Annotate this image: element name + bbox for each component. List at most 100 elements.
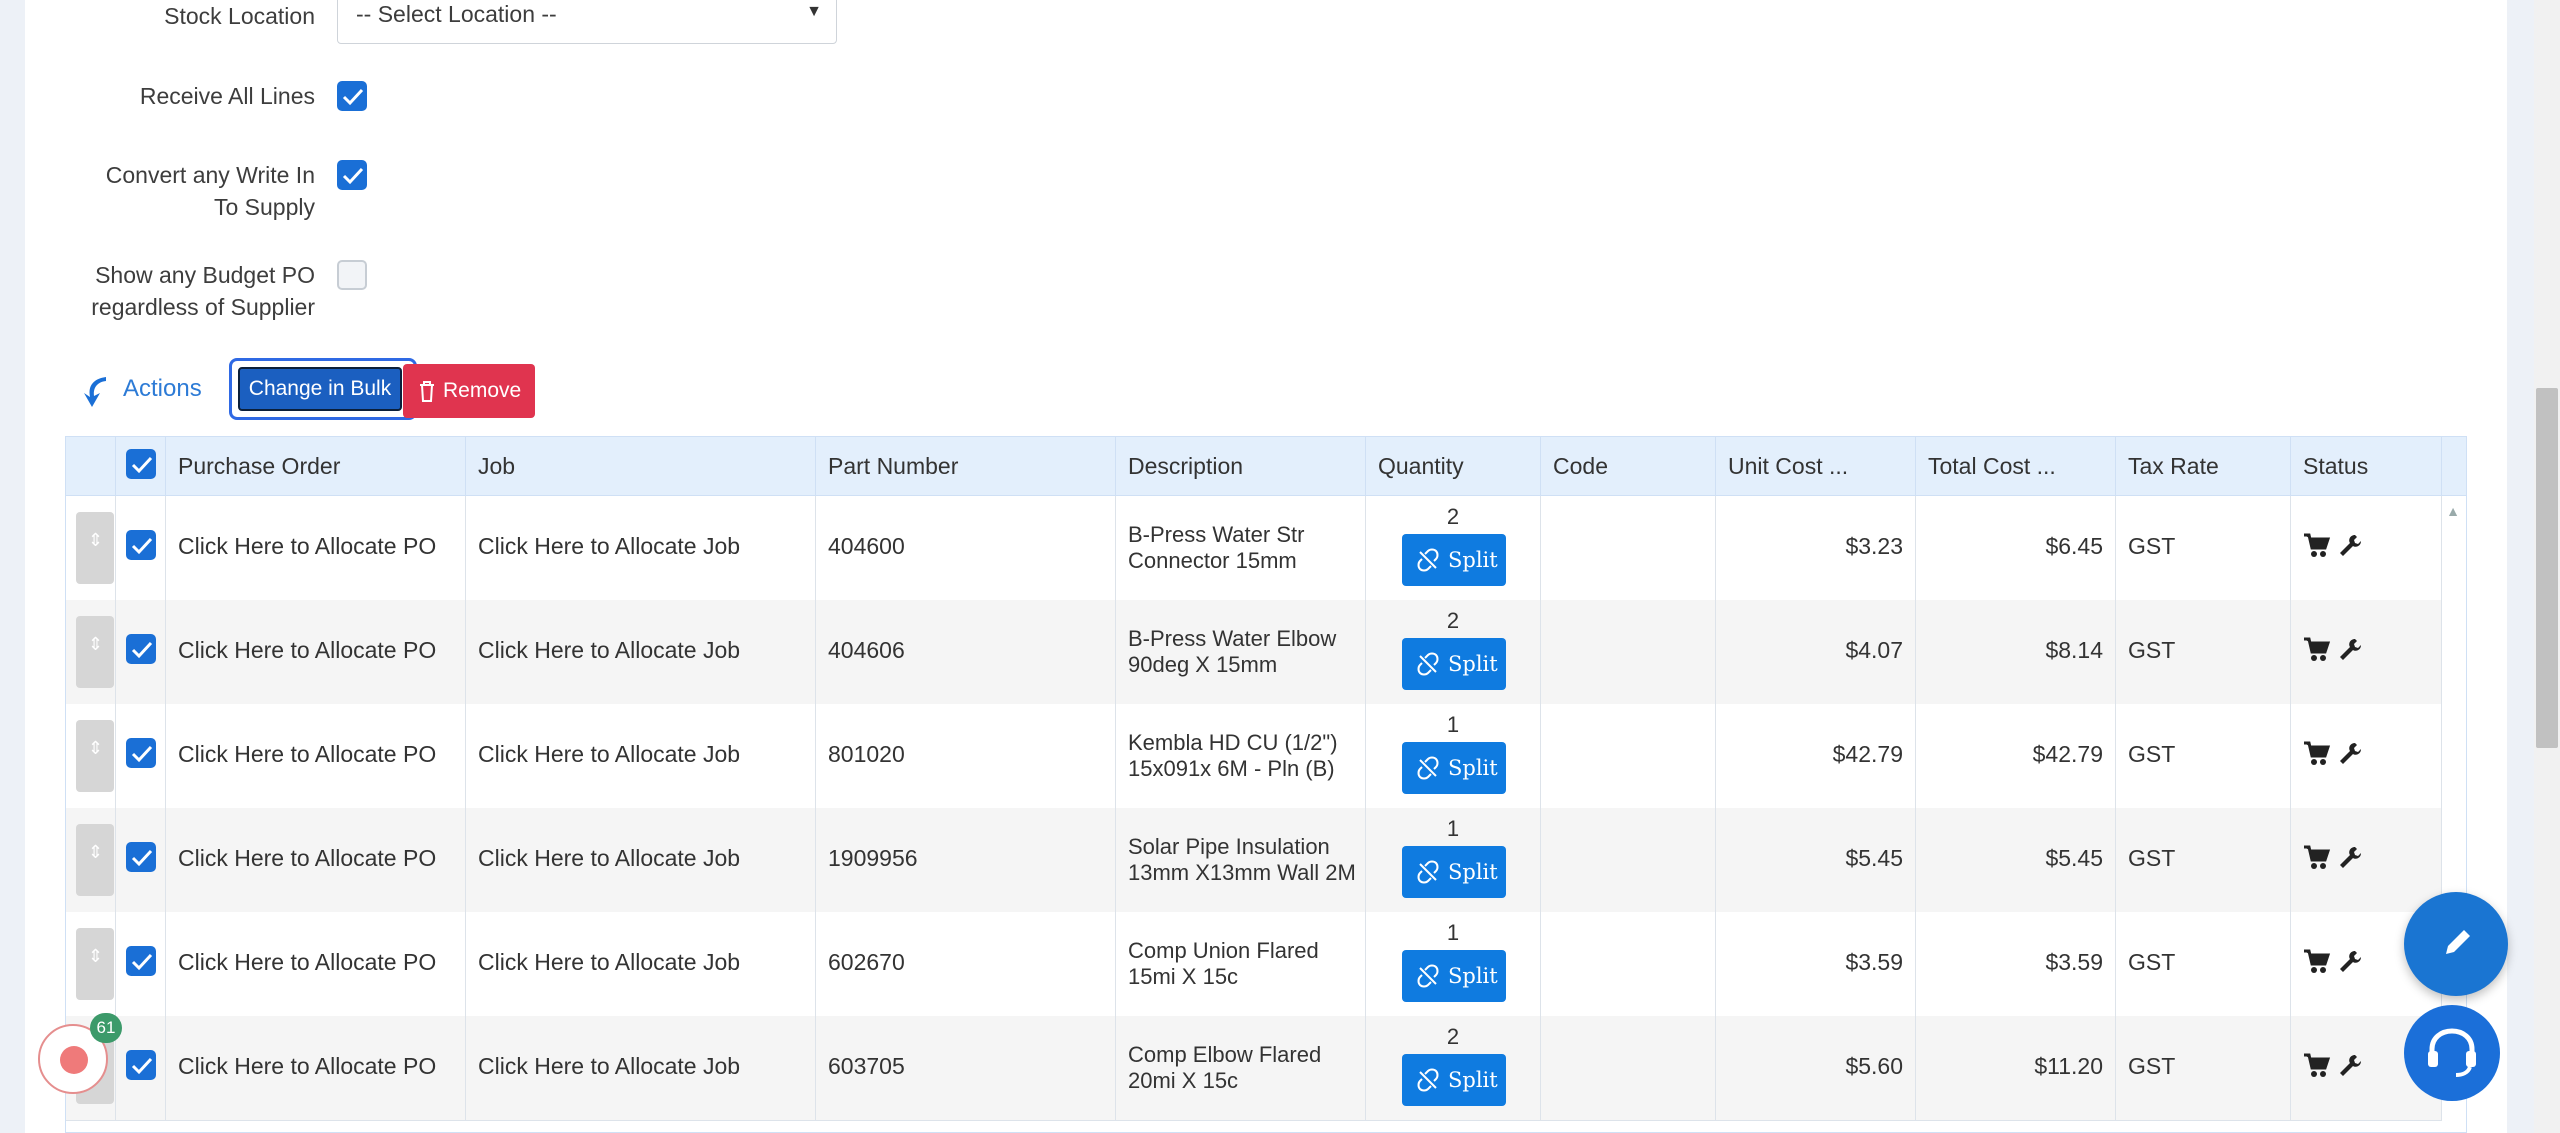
row-checkbox[interactable] [126, 1050, 156, 1080]
drag-cell: ⇕ [66, 496, 116, 600]
row-checkbox[interactable] [126, 634, 156, 664]
row-checkbox[interactable] [126, 530, 156, 560]
header-status[interactable]: Status [2291, 437, 2442, 495]
split-button[interactable]: Split [1402, 950, 1506, 1002]
drag-handle[interactable]: ⇕ [76, 928, 114, 1000]
row-checkbox[interactable] [126, 738, 156, 768]
po-cell[interactable]: Click Here to Allocate PO [166, 912, 466, 1016]
status-icons[interactable] [2303, 844, 2363, 878]
actions-arrow-icon[interactable] [80, 373, 116, 409]
convert-write-in-label: Convert any Write In To Supply [65, 159, 315, 223]
code-cell[interactable] [1541, 808, 1716, 912]
allocate-job-link[interactable]: Click Here to Allocate Job [478, 533, 740, 560]
quantity: 2 [1446, 608, 1460, 633]
code-cell[interactable] [1541, 1016, 1716, 1120]
grid-scroll-up-icon[interactable]: ▲ [2446, 503, 2460, 519]
pencil-icon [2446, 930, 2470, 954]
change-in-bulk-button[interactable]: Change in Bulk [229, 358, 417, 420]
allocate-job-link[interactable]: Click Here to Allocate Job [478, 845, 740, 872]
table-row[interactable]: ⇕Click Here to Allocate POClick Here to … [66, 1016, 2442, 1121]
split-button[interactable]: Split [1402, 638, 1506, 690]
unit-cost: $5.60 [1845, 1053, 1903, 1079]
table-row[interactable]: ⇕ Click Here to Allocate PO Click Here to … [66, 600, 2442, 705]
status-icons[interactable] [2303, 1052, 2363, 1086]
job-cell[interactable]: Click Here to Allocate Job [466, 912, 816, 1016]
header-total-cost[interactable]: Total Cost ... [1916, 437, 2116, 495]
po-cell[interactable]: Click Here to Allocate PO [166, 704, 466, 808]
allocate-po-link[interactable]: Click Here to Allocate PO [178, 533, 436, 560]
drag-handle[interactable]: ⇕ [76, 720, 114, 792]
unit-cost-cell: $4.07 [1716, 600, 1916, 704]
po-cell[interactable]: Click Here to Allocate PO [166, 808, 466, 912]
status-icons[interactable] [2303, 636, 2363, 670]
allocate-job-link[interactable]: Click Here to Allocate Job [478, 637, 740, 664]
drag-handle[interactable]: ⇕ [76, 512, 114, 584]
edit-fab-button[interactable] [2404, 892, 2508, 996]
code-cell[interactable] [1541, 912, 1716, 1016]
remove-button[interactable]: Remove [403, 364, 535, 418]
budget-po-checkbox[interactable] [337, 260, 367, 290]
convert-write-in-checkbox[interactable] [337, 160, 367, 190]
quantity-cell: 1 Split [1366, 808, 1541, 912]
page-scrollbar[interactable] [2534, 0, 2560, 1133]
status-icons[interactable] [2303, 532, 2363, 566]
job-cell[interactable]: Click Here to Allocate Job [466, 808, 816, 912]
allocate-po-link[interactable]: Click Here to Allocate PO [178, 637, 436, 664]
actions-menu[interactable]: Actions [123, 375, 202, 403]
job-cell[interactable]: Click Here to Allocate Job [466, 1016, 816, 1120]
job-cell[interactable]: Click Here to Allocate Job [466, 600, 816, 704]
status-icons[interactable] [2303, 948, 2363, 982]
job-cell[interactable]: Click Here to Allocate Job [466, 704, 816, 808]
po-cell[interactable]: Click Here to Allocate PO [166, 600, 466, 704]
split-label: Split [1448, 860, 1498, 884]
split-button[interactable]: Split [1402, 534, 1506, 586]
row-checkbox[interactable] [126, 946, 156, 976]
table-row[interactable]: ⇕ Click Here to Allocate PO Click Here to … [66, 912, 2442, 1017]
allocate-po-link[interactable]: Click Here to Allocate PO [178, 1053, 436, 1080]
header-unit-cost[interactable]: Unit Cost ... [1716, 437, 1916, 495]
page-content: Stock Location -- Select Location -- ▼ R… [25, 0, 2507, 1133]
split-button[interactable]: Split [1402, 846, 1506, 898]
code-cell[interactable] [1541, 496, 1716, 600]
header-part-number[interactable]: Part Number [816, 437, 1116, 495]
code-cell[interactable] [1541, 704, 1716, 808]
status-icons[interactable] [2303, 740, 2363, 774]
header-purchase-order[interactable]: Purchase Order [166, 437, 466, 495]
help-chat-button[interactable] [2404, 1005, 2500, 1101]
header-quantity[interactable]: Quantity [1366, 437, 1541, 495]
receive-all-checkbox[interactable] [337, 81, 367, 111]
header-description[interactable]: Description [1116, 437, 1366, 495]
row-checkbox[interactable] [126, 842, 156, 872]
table-row[interactable]: ⇕ Click Here to Allocate PO Click Here to … [66, 704, 2442, 809]
description-cell: Solar Pipe Insulation 13mm X13mm Wall 2M [1116, 808, 1366, 912]
allocate-po-link[interactable]: Click Here to Allocate PO [178, 949, 436, 976]
allocate-job-link[interactable]: Click Here to Allocate Job [478, 1053, 740, 1080]
drag-handle[interactable]: ⇕ [76, 824, 114, 896]
split-button[interactable]: Split [1402, 1054, 1506, 1106]
cart-icon [2304, 1053, 2331, 1077]
job-cell[interactable]: Click Here to Allocate Job [466, 496, 816, 600]
allocate-job-link[interactable]: Click Here to Allocate Job [478, 949, 740, 976]
drag-handle-icon: ⇕ [88, 634, 104, 654]
header-code[interactable]: Code [1541, 437, 1716, 495]
scrollbar-thumb[interactable] [2536, 388, 2558, 748]
allocate-po-link[interactable]: Click Here to Allocate PO [178, 741, 436, 768]
description-cell: Comp Union Flared 15mi X 15c [1116, 912, 1366, 1016]
header-job[interactable]: Job [466, 437, 816, 495]
stock-location-select[interactable]: -- Select Location -- ▼ [337, 0, 837, 44]
select-cell [116, 496, 166, 600]
table-row[interactable]: ⇕ Click Here to Allocate PO Click Here to … [66, 808, 2442, 913]
header-tax-rate[interactable]: Tax Rate [2116, 437, 2291, 495]
code-cell[interactable] [1541, 600, 1716, 704]
check-icon [342, 88, 364, 106]
split-button[interactable]: Split [1402, 742, 1506, 794]
drag-handle[interactable]: ⇕ [76, 616, 114, 688]
po-cell[interactable]: Click Here to Allocate PO [166, 1016, 466, 1120]
unit-cost: $4.07 [1845, 637, 1903, 663]
po-cell[interactable]: Click Here to Allocate PO [166, 496, 466, 600]
table-row[interactable]: ⇕ Click Here to Allocate PO Click Here to … [66, 496, 2442, 601]
allocate-po-link[interactable]: Click Here to Allocate PO [178, 845, 436, 872]
tax-rate: GST [2128, 637, 2176, 663]
select-all-checkbox[interactable] [126, 449, 156, 479]
allocate-job-link[interactable]: Click Here to Allocate Job [478, 741, 740, 768]
